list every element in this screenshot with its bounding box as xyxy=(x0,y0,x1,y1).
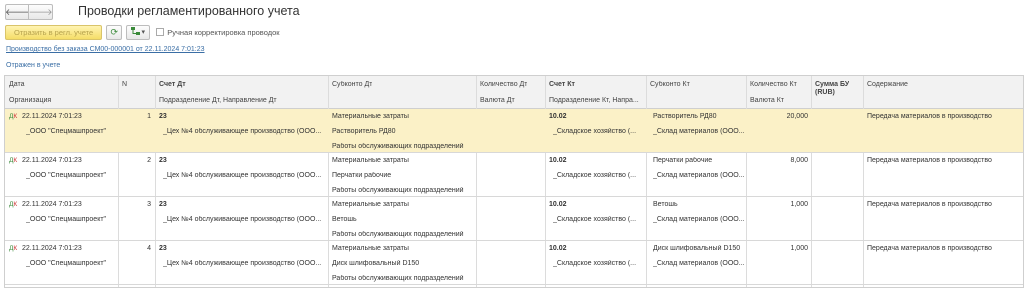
row-sub-kt2: _Склад материалов (ООО... xyxy=(653,216,745,223)
col-dept-dt-header[interactable]: Подразделение Дт, Направление Дт xyxy=(159,97,277,104)
posting-dt-kt-icon: ДК xyxy=(9,201,18,208)
navigation-buttons: 🡐 🡒 xyxy=(5,4,53,20)
row-sub-dt3: Работы обслуживающих подразделений xyxy=(332,231,464,238)
row-sub-kt2: _Склад материалов (ООО... xyxy=(653,128,745,135)
row-sub-kt1: Ветошь xyxy=(653,201,678,208)
row-dept-kt: _Складское хозяйство (... xyxy=(553,172,637,179)
row-acc-dt: 23 xyxy=(159,113,167,120)
row-sub-dt3: Работы обслуживающих подразделений xyxy=(332,275,464,282)
row-sub-dt1: Материальные затраты xyxy=(332,201,409,208)
manual-correction-checkbox[interactable]: Ручная корректировка проводок xyxy=(156,27,280,37)
row-content: Передача материалов в производство xyxy=(867,157,992,164)
col-acc-dt-header[interactable]: Счет Дт xyxy=(159,81,186,88)
toolbar: Отразить в регл. учете ⟳ ▾ Ручная коррек… xyxy=(5,24,280,40)
document-link[interactable]: Производство без заказа СМ00-000001 от 2… xyxy=(6,46,205,53)
col-acc-kt-header[interactable]: Счет Кт xyxy=(549,81,575,88)
row-date: 22.11.2024 7:01:23 xyxy=(22,113,82,120)
status-text: Отражен в учете xyxy=(6,62,61,69)
row-acc-dt: 23 xyxy=(159,201,167,208)
table-row[interactable]: ДК 22.11.2024 7:01:23 _ООО "Спецмашпроек… xyxy=(5,241,1023,285)
row-acc-dt: 23 xyxy=(159,157,167,164)
row-sub-dt2: Перчатки рабочие xyxy=(332,172,392,179)
row-content: Передача материалов в производство xyxy=(867,113,992,120)
posting-dt-kt-icon: ДК xyxy=(9,113,18,120)
row-dept-dt: _Цех №4 обслуживающее производство (ООО.… xyxy=(163,216,322,223)
row-org: _ООО "Спецмашпроект" xyxy=(26,172,107,179)
col-n-header[interactable]: N xyxy=(122,81,127,88)
row-qty-kt: 1,000 xyxy=(790,245,808,252)
row-sub-kt1: Диск шлифовальный D150 xyxy=(653,245,741,252)
col-qty-kt-header[interactable]: Количество Кт xyxy=(750,81,797,88)
col-sum-header[interactable]: Сумма БУ xyxy=(815,81,849,88)
row-dept-dt: _Цех №4 обслуживающее производство (ООО.… xyxy=(163,260,322,267)
row-n: 1 xyxy=(147,113,151,120)
row-date: 22.11.2024 7:01:23 xyxy=(22,245,82,252)
row-dept-dt: _Цех №4 обслуживающее производство (ООО.… xyxy=(163,128,322,135)
col-sub-dt-header[interactable]: Субконто Дт xyxy=(332,81,372,88)
back-arrow-icon[interactable]: 🡐 xyxy=(5,4,29,20)
col-org-header[interactable]: Организация xyxy=(9,97,51,104)
posting-dt-kt-icon: ДК xyxy=(9,245,18,252)
table-row[interactable]: ДК 22.11.2024 7:01:23 _ООО "Спецмашпроек… xyxy=(5,197,1023,241)
chevron-down-icon: ▾ xyxy=(141,29,145,36)
col-dept-kt-header[interactable]: Подразделение Кт, Напра... xyxy=(549,97,639,104)
row-n: 4 xyxy=(147,245,151,252)
table-header: Дата Организация N Счет Дт Подразделение… xyxy=(5,76,1023,109)
col-date-header[interactable]: Дата xyxy=(9,81,25,88)
row-qty-kt: 20,000 xyxy=(786,113,808,120)
col-sub-kt-header[interactable]: Субконто Кт xyxy=(650,81,690,88)
row-dept-kt: _Складское хозяйство (... xyxy=(553,128,637,135)
row-org: _ООО "Спецмашпроект" xyxy=(26,260,107,267)
row-acc-kt: 10.02 xyxy=(549,157,567,164)
row-sub-kt2: _Склад материалов (ООО... xyxy=(653,172,745,179)
row-qty-kt: 1,000 xyxy=(790,201,808,208)
row-qty-kt: 8,000 xyxy=(790,157,808,164)
page-title: Проводки регламентированного учета xyxy=(78,4,300,18)
row-content: Передача материалов в производство xyxy=(867,201,992,208)
col-content-header[interactable]: Содержание xyxy=(867,81,908,88)
col-cur-kt-header[interactable]: Валюта Кт xyxy=(750,97,784,104)
row-sub-kt2: _Склад материалов (ООО... xyxy=(653,260,745,267)
postings-table: Дата Организация N Счет Дт Подразделение… xyxy=(4,75,1024,288)
col-qty-dt-header[interactable]: Количество Дт xyxy=(480,81,527,88)
row-acc-dt: 23 xyxy=(159,245,167,252)
row-sub-dt2: Ветошь xyxy=(332,216,357,223)
row-dept-kt: _Складское хозяйство (... xyxy=(553,260,637,267)
row-date: 22.11.2024 7:01:23 xyxy=(22,157,82,164)
row-sub-dt1: Материальные затраты xyxy=(332,113,409,120)
row-acc-kt: 10.02 xyxy=(549,245,567,252)
row-n: 2 xyxy=(147,157,151,164)
row-n: 3 xyxy=(147,201,151,208)
row-sub-dt2: Растворитель РД80 xyxy=(332,128,396,135)
row-sub-kt1: Растворитель РД80 xyxy=(653,113,717,120)
row-acc-kt: 10.02 xyxy=(549,113,567,120)
row-sub-kt1: Перчатки рабочие xyxy=(653,157,713,164)
row-sub-dt2: Диск шлифовальный D150 xyxy=(332,260,420,267)
hierarchy-icon xyxy=(131,27,141,37)
col-cur-dt-header[interactable]: Валюта Дт xyxy=(480,97,515,104)
refresh-icon[interactable]: ⟳ xyxy=(106,24,123,40)
row-sub-dt3: Работы обслуживающих подразделений xyxy=(332,143,464,150)
row-dept-kt: _Складское хозяйство (... xyxy=(553,216,637,223)
table-row[interactable]: ДК 22.11.2024 7:01:23 _ООО "Спецмашпроек… xyxy=(5,153,1023,197)
row-sub-dt3: Работы обслуживающих подразделений xyxy=(332,187,464,194)
row-org: _ООО "Спецмашпроект" xyxy=(26,216,107,223)
row-sub-dt1: Материальные затраты xyxy=(332,157,409,164)
posting-dt-kt-icon: ДК xyxy=(9,157,18,164)
structure-menu-button[interactable]: ▾ xyxy=(126,24,151,40)
forward-arrow-icon[interactable]: 🡒 xyxy=(28,4,53,20)
row-acc-kt: 10.02 xyxy=(549,201,567,208)
row-org: _ООО "Спецмашпроект" xyxy=(26,128,107,135)
reflect-in-accounting-button[interactable]: Отразить в регл. учете xyxy=(5,24,103,40)
checkbox-box[interactable] xyxy=(156,28,165,36)
col-sum-unit: (RUB) xyxy=(815,89,835,96)
manual-correction-label: Ручная корректировка проводок xyxy=(167,27,280,37)
table-row[interactable]: ДК 22.11.2024 7:01:23 _ООО "Спецмашпроек… xyxy=(5,109,1023,153)
row-dept-dt: _Цех №4 обслуживающее производство (ООО.… xyxy=(163,172,322,179)
row-content: Передача материалов в производство xyxy=(867,245,992,252)
row-sub-dt1: Материальные затраты xyxy=(332,245,409,252)
row-date: 22.11.2024 7:01:23 xyxy=(22,201,82,208)
